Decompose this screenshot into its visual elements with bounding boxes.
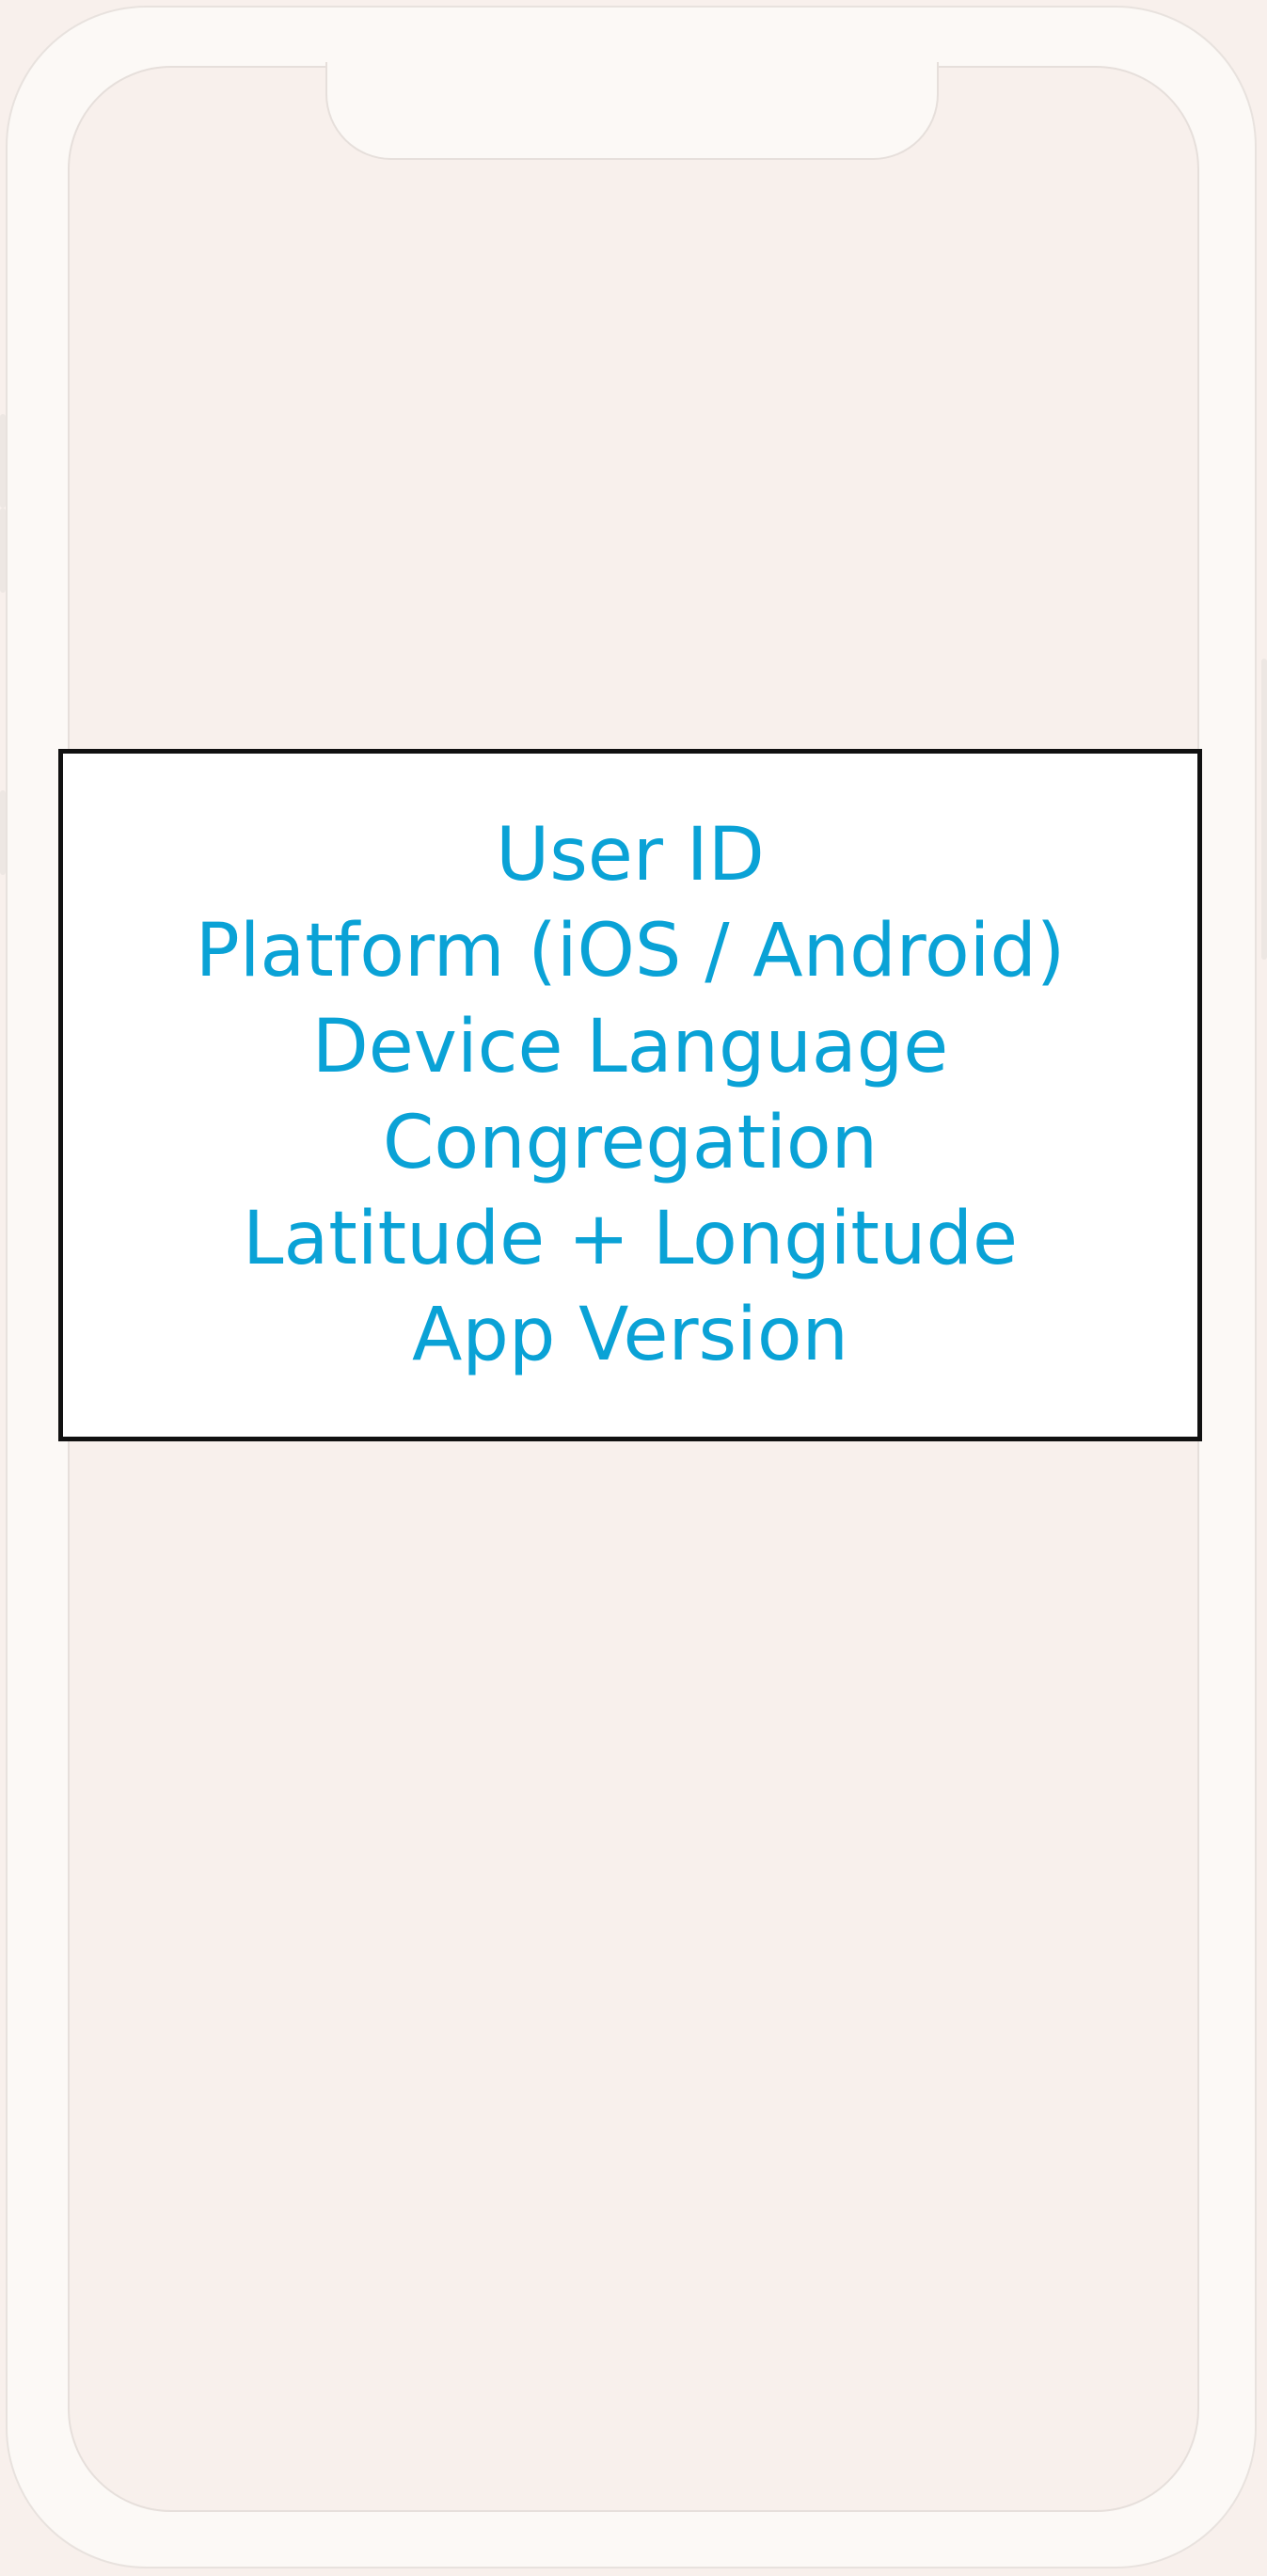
info-line-user-id: User ID [496, 813, 765, 898]
info-line-device-language: Device Language [311, 1005, 949, 1089]
info-line-platform: Platform (iOS / Android) [195, 909, 1066, 994]
tracked-data-box: User ID Platform (iOS / Android) Device … [58, 749, 1202, 1441]
canvas: User ID Platform (iOS / Android) Device … [0, 0, 1267, 2576]
info-line-app-version: App Version [411, 1293, 848, 1377]
info-line-congregation: Congregation [382, 1101, 879, 1185]
info-line-lat-long: Latitude + Longitude [243, 1197, 1018, 1281]
phone-notch [325, 62, 939, 160]
side-button-right [1261, 659, 1267, 960]
